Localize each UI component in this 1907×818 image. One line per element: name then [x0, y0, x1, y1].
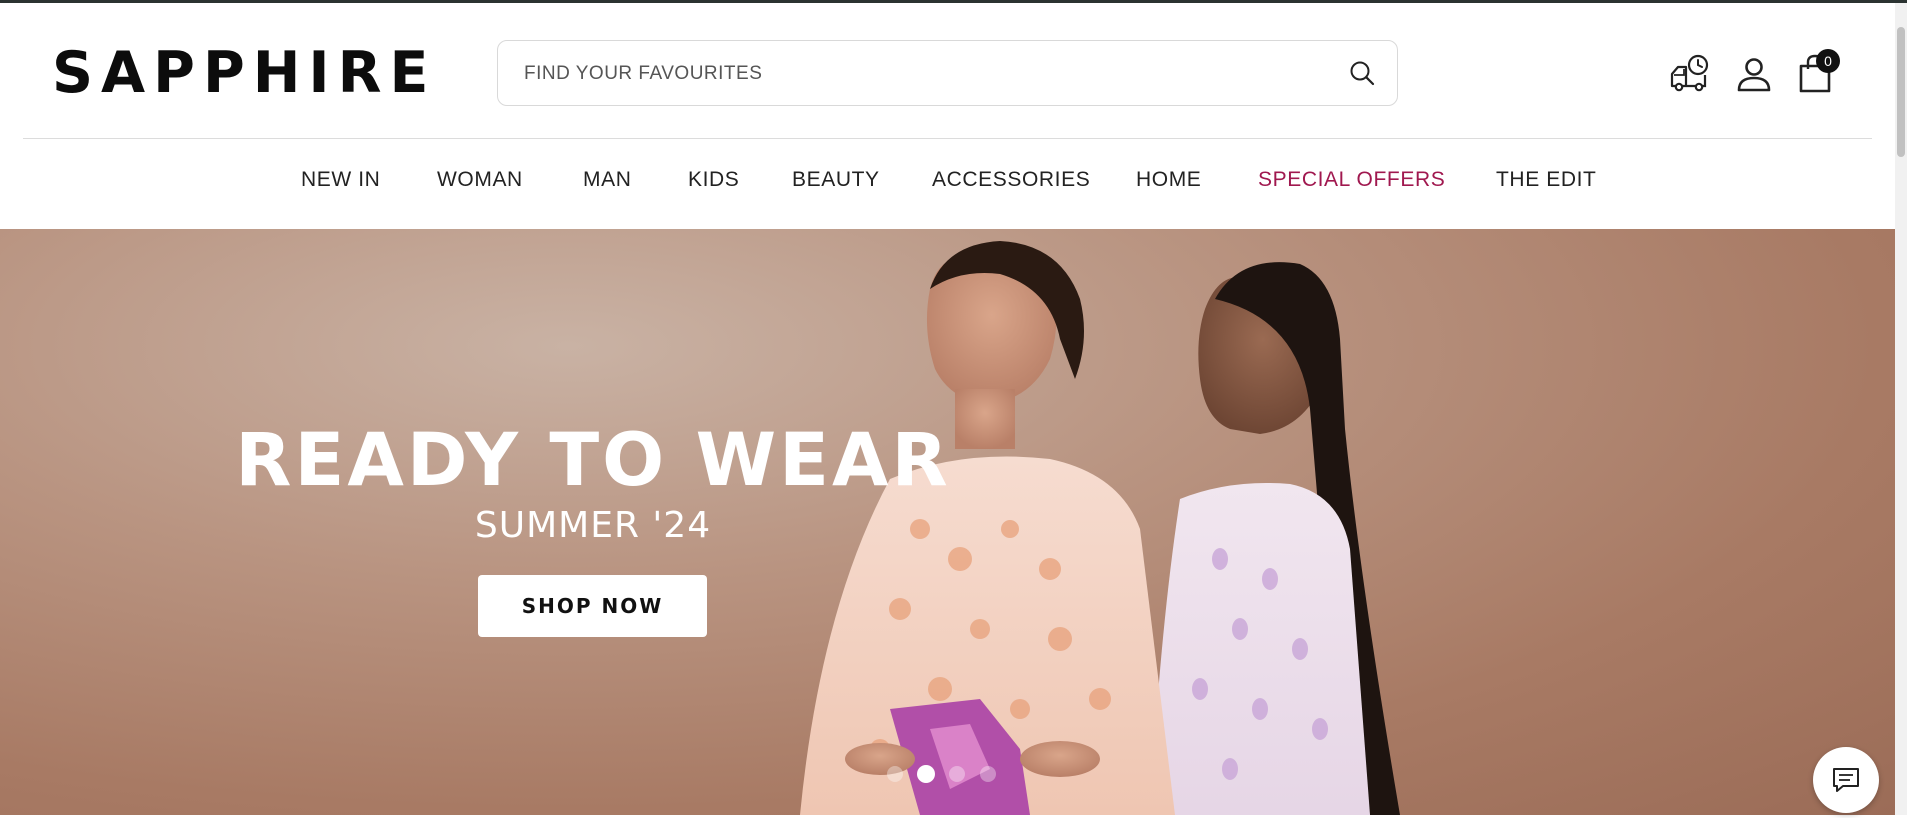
search-bar [497, 40, 1398, 106]
nav-item-home[interactable]: HOME [1136, 163, 1201, 197]
nav-item-new-in[interactable]: NEW IN [301, 163, 380, 197]
nav-item-kids[interactable]: KIDS [688, 163, 739, 197]
carousel-dot-3[interactable] [949, 766, 965, 782]
nav-item-accessories[interactable]: ACCESSORIES [932, 163, 1090, 197]
hero-subtitle: SUMMER '24 [474, 505, 712, 546]
carousel-dot-2[interactable] [917, 765, 935, 783]
cart-count-badge: 0 [1816, 49, 1840, 73]
nav-item-the-edit[interactable]: THE EDIT [1496, 163, 1596, 197]
chat-button[interactable] [1813, 747, 1879, 813]
chat-message-icon [1833, 768, 1859, 792]
nav-item-man[interactable]: MAN [583, 163, 631, 197]
search-icon[interactable] [1348, 59, 1376, 87]
page-scrollbar[interactable] [1895, 3, 1907, 815]
main-nav: NEW IN WOMAN MAN KIDS BEAUTY ACCESSORIES… [0, 163, 1895, 197]
hero-banner[interactable]: READY TO WEAR SUMMER '24 SHOP NOW [0, 229, 1895, 815]
nav-item-special-offers[interactable]: SPECIAL OFFERS [1258, 163, 1445, 197]
brand-logo[interactable]: SAPPHIRE [52, 41, 436, 105]
site-header: SAPPHIRE 0 NEW IN WOMAN MAN KIDS BEAUTY … [0, 3, 1895, 229]
delivery-truck-clock-icon[interactable] [1669, 53, 1711, 95]
user-icon[interactable] [1733, 53, 1775, 95]
search-input[interactable] [522, 55, 1326, 93]
shop-now-button[interactable]: SHOP NOW [478, 575, 707, 637]
scrollbar-thumb[interactable] [1897, 27, 1905, 157]
carousel-dot-1[interactable] [887, 766, 903, 782]
carousel-dot-4[interactable] [980, 766, 996, 782]
nav-item-beauty[interactable]: BEAUTY [792, 163, 880, 197]
hero-title: READY TO WEAR [235, 418, 951, 503]
nav-item-woman[interactable]: WOMAN [437, 163, 523, 197]
header-divider [23, 138, 1872, 139]
